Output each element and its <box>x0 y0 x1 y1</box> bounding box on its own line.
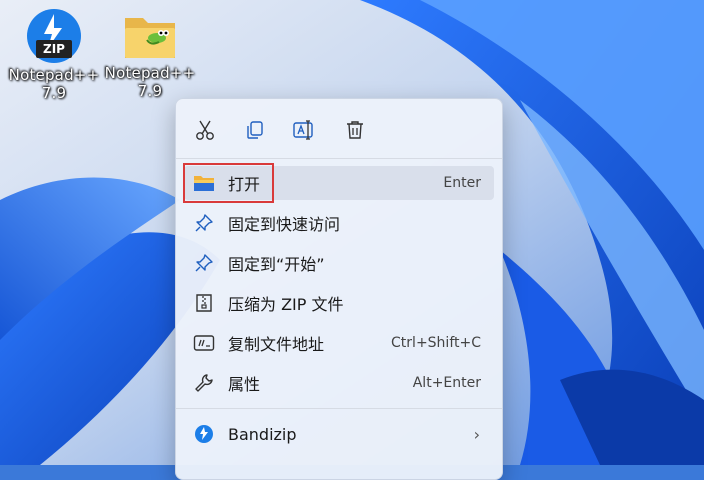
rename-button[interactable] <box>289 115 319 145</box>
menu-item-shortcut: Alt+Enter <box>412 375 481 391</box>
menu-item-label: 固定到“开始” <box>228 255 325 274</box>
copy-path-icon <box>192 331 216 355</box>
menu-item-copy-path[interactable]: 复制文件地址 Ctrl+Shift+C <box>184 326 494 360</box>
menu-separator <box>176 158 502 159</box>
zip-file-icon <box>192 291 216 315</box>
desktop-icon-notepad-folder[interactable]: Notepad++ 7.9 <box>102 8 198 100</box>
wrench-icon <box>192 371 216 395</box>
rename-icon <box>293 120 313 140</box>
menu-item-label: 固定到快速访问 <box>228 215 341 234</box>
highlight-box <box>183 163 274 203</box>
delete-button[interactable] <box>340 115 370 145</box>
delete-icon <box>347 121 363 139</box>
menu-item-label: 属性 <box>228 375 261 394</box>
menu-item-bandizip[interactable]: Bandizip › <box>184 417 494 451</box>
zip-archive-icon: ZIP <box>26 8 82 64</box>
pin-icon <box>192 211 216 235</box>
chevron-right-icon: › <box>473 424 480 444</box>
menu-item-label: 压缩为 ZIP 文件 <box>228 295 344 314</box>
folder-icon <box>121 12 179 62</box>
desktop-icon-notepad-zip[interactable]: ZIP Notepad++ 7.9 <box>6 8 102 102</box>
menu-item-shortcut: Enter <box>443 175 481 191</box>
copy-button[interactable] <box>240 115 270 145</box>
cut-icon <box>196 120 214 140</box>
menu-item-pin-quick-access[interactable]: 固定到快速访问 <box>184 206 494 240</box>
desktop-icon-label: Notepad++ 7.9 <box>104 64 196 100</box>
bandizip-icon <box>192 422 216 446</box>
menu-item-properties[interactable]: 属性 Alt+Enter <box>184 366 494 400</box>
context-menu-toolbar <box>176 99 502 157</box>
menu-separator <box>176 408 502 409</box>
menu-item-shortcut: Ctrl+Shift+C <box>391 335 481 351</box>
copy-icon <box>247 121 263 139</box>
menu-item-compress-zip[interactable]: 压缩为 ZIP 文件 <box>184 286 494 320</box>
desktop-icon-label: Notepad++ 7.9 <box>8 66 100 102</box>
menu-item-label: 复制文件地址 <box>228 335 325 354</box>
context-menu: 打开 Enter 固定到快速访问 固定到“开始” 压缩为 ZIP 文件 复制文件… <box>175 98 503 480</box>
zip-badge: ZIP <box>43 42 65 56</box>
pin-icon <box>192 251 216 275</box>
menu-item-label: Bandizip <box>228 424 297 444</box>
menu-item-pin-start[interactable]: 固定到“开始” <box>184 246 494 280</box>
cut-button[interactable] <box>190 115 220 145</box>
